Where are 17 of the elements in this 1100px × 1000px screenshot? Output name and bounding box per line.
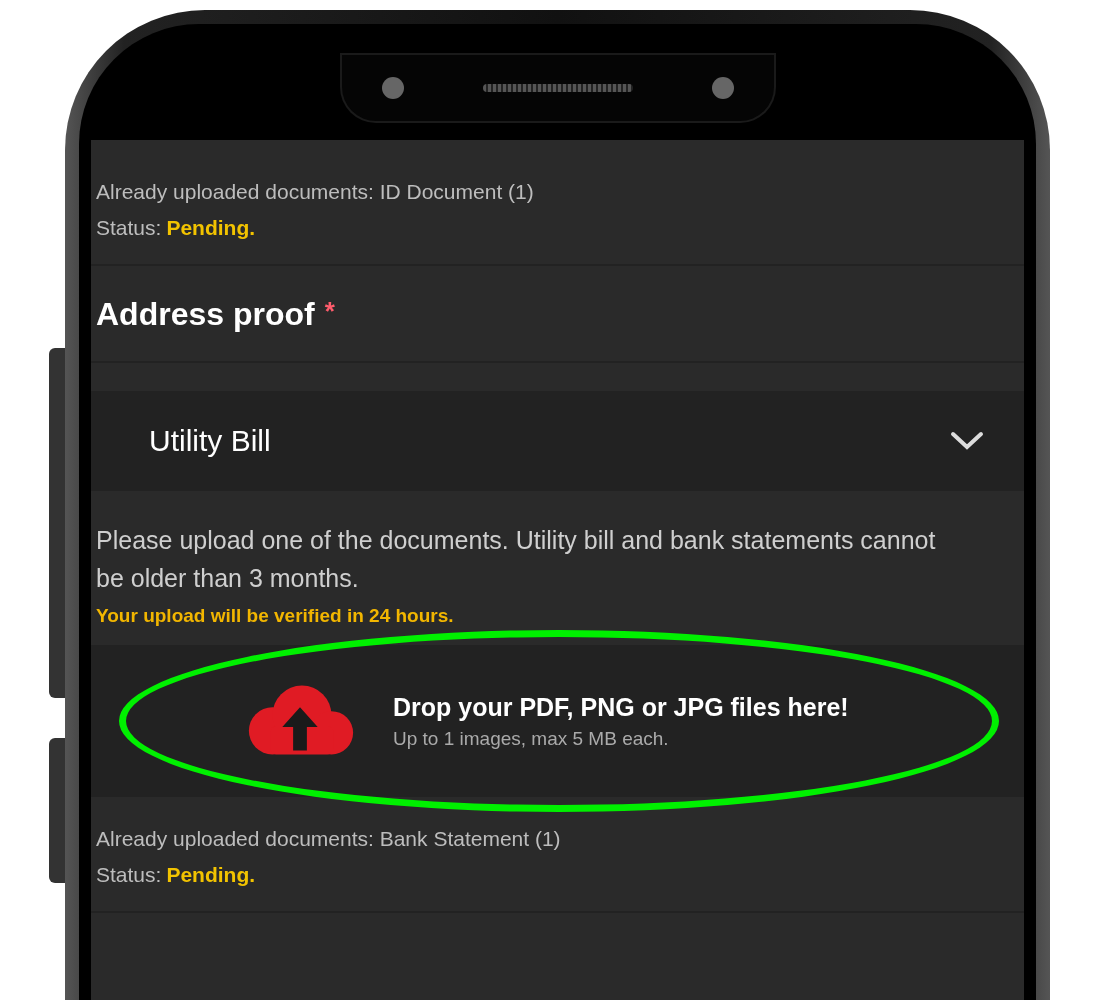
uploaded-documents-text: Already uploaded documents: Bank Statement (1) [96, 827, 562, 851]
camera-icon [381, 77, 404, 99]
instructions-text: Please upload one of the documents. Utility bill and bank statements cannot be older than 3 months. [95, 525, 937, 594]
status-label: Status: [96, 216, 162, 240]
dropzone-subtitle: Up to 1 images, max 5 MB each. [393, 727, 670, 750]
status-label: Status: [96, 863, 162, 887]
sensor-icon [711, 77, 734, 99]
uploaded-documents-text: Already uploaded documents: ID Document (1) [96, 180, 535, 204]
document-type-select[interactable]: Utility Bill [91, 391, 1024, 491]
upload-dropzone[interactable]: Drop your PDF, PNG or JPG files here! Up to 1 images, max 5 MB each. [91, 645, 1024, 797]
status-value: Pending. [166, 216, 256, 240]
dropzone-title: Drop your PDF, PNG or JPG files here! [393, 692, 849, 722]
required-mark: * [324, 296, 335, 327]
chevron-down-icon [950, 431, 984, 451]
status-value: Pending. [166, 863, 256, 887]
verification-note: Your upload will be verified in 24 hours. [95, 604, 455, 627]
section-title: Address proof [96, 296, 315, 333]
